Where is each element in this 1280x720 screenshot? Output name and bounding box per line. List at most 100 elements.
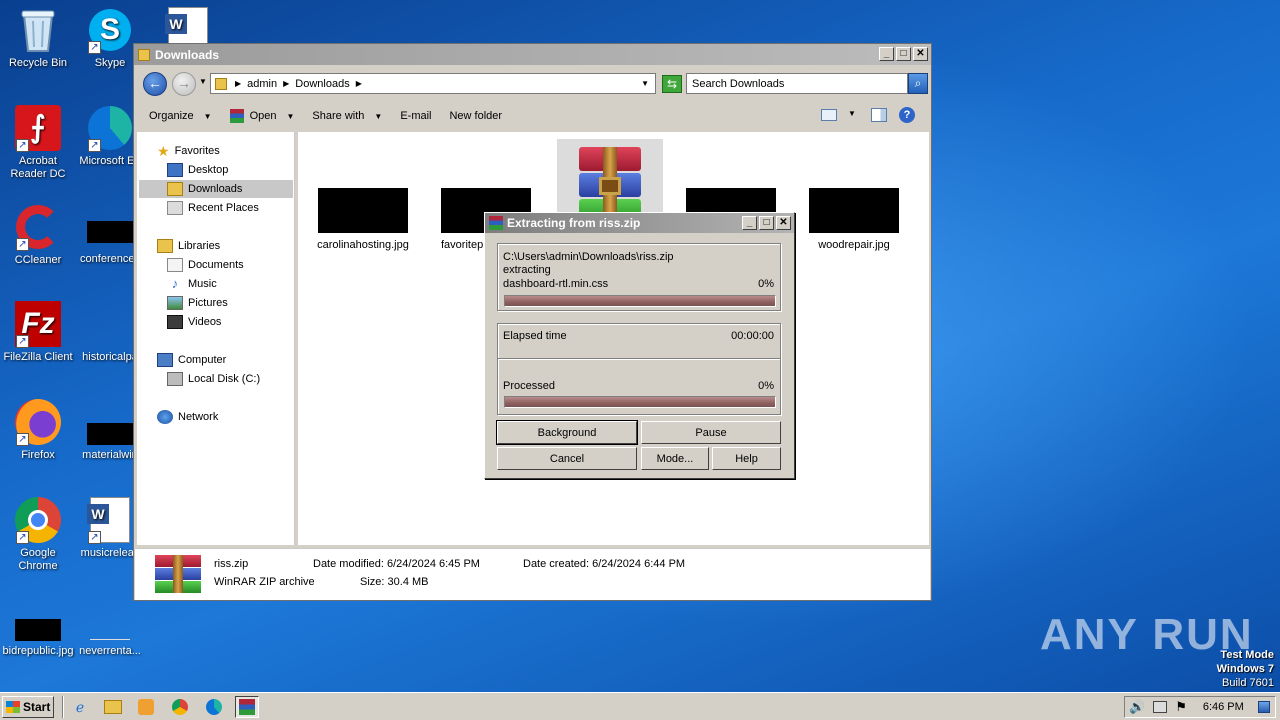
explorer-titlebar[interactable]: Downloads _ □ ✕ [134, 44, 931, 65]
local-disk-icon [167, 372, 183, 386]
explorer-icon[interactable] [101, 696, 125, 718]
firefox-icon: ↗ [14, 398, 62, 446]
email-button[interactable]: E-mail [400, 110, 431, 122]
nav-videos[interactable]: Videos [167, 313, 221, 331]
details-modified: Date modified: 6/24/2024 6:45 PM [313, 558, 480, 570]
pause-button[interactable]: Pause [641, 421, 781, 444]
nav-music[interactable]: ♪ Music [167, 275, 217, 293]
search-icon[interactable]: ⌕ [908, 73, 928, 94]
search-input[interactable]: Search Downloads [686, 73, 908, 94]
nav-recent-places[interactable]: Recent Places [167, 199, 259, 217]
divider [498, 358, 780, 360]
forward-button[interactable]: → [172, 72, 196, 96]
image-file-icon [14, 618, 62, 642]
taskbar: Start ℯ 🔊 ⚑ 6:46 PM [0, 692, 1280, 720]
created-value: 6/24/2024 6:44 PM [592, 558, 686, 570]
chevron-down-icon: ▼ [374, 111, 383, 121]
desktop-icon-chrome[interactable]: ↗ Google Chrome [0, 496, 76, 573]
back-button[interactable]: ← [143, 72, 167, 96]
nav-documents[interactable]: Documents [167, 256, 244, 274]
nav-libraries[interactable]: Libraries [157, 237, 220, 255]
views-dropdown-icon[interactable]: ▼ [848, 109, 856, 118]
ie-icon[interactable]: ℯ [68, 696, 92, 718]
open-button[interactable]: Open ▼ [229, 109, 294, 123]
pause-label: Pause [695, 426, 727, 439]
minimize-button[interactable]: _ [742, 216, 757, 230]
help-label: Help [735, 452, 758, 465]
close-button[interactable]: ✕ [776, 216, 791, 230]
minimize-button[interactable]: _ [879, 47, 894, 61]
mode-button[interactable]: Mode... [641, 447, 709, 470]
nav-desktop[interactable]: Desktop [167, 161, 228, 179]
recent-pages-caret-icon[interactable]: ▼ [199, 77, 207, 86]
nav-network[interactable]: Network [157, 408, 218, 426]
nav-label: Libraries [178, 240, 221, 252]
chrome-icon: ↗ [14, 496, 62, 544]
breadcrumb-downloads[interactable]: Downloads [295, 78, 349, 90]
shortcut-arrow-icon: ↗ [88, 531, 101, 544]
desktop-icon-filezilla[interactable]: Fz ↗ FileZilla Client [0, 300, 76, 364]
desktop-icon-label: Acrobat Reader DC [10, 155, 66, 180]
desktop-icon-neverrenta[interactable]: neverrenta... [72, 618, 148, 658]
background-button[interactable]: Background [496, 420, 638, 445]
edge-icon[interactable] [202, 696, 226, 718]
file-icon [86, 618, 134, 642]
file-item[interactable]: woodrepair.jpg [804, 188, 904, 251]
shortcut-arrow-icon: ↗ [88, 139, 101, 152]
close-button[interactable]: ✕ [913, 47, 928, 61]
maximize-button[interactable]: □ [896, 47, 911, 61]
nav-label: Favorites [174, 145, 220, 157]
desktop-icon-recycle-bin[interactable]: Recycle Bin [0, 6, 76, 70]
file-item[interactable]: carolinahosting.jpg [313, 188, 413, 251]
views-icon[interactable] [821, 109, 837, 121]
navigation-pane: ★ Favorites Desktop Downloads Recent Plac… [137, 132, 295, 545]
organize-label: Organize [149, 110, 194, 122]
breadcrumb-arrow-icon[interactable]: ▶ [283, 79, 289, 88]
nav-label: Network [178, 411, 219, 423]
cancel-button[interactable]: Cancel [497, 447, 637, 470]
breadcrumb-arrow-icon[interactable]: ▶ [356, 79, 362, 88]
recycle-bin-icon [14, 6, 62, 54]
media-player-icon[interactable] [134, 696, 158, 718]
nav-favorites[interactable]: ★ Favorites [157, 142, 220, 160]
preview-pane-icon[interactable] [871, 108, 887, 122]
speaker-icon[interactable]: 🔊 [1129, 699, 1145, 715]
nav-downloads[interactable]: Downloads [139, 180, 293, 198]
image-file-icon [86, 398, 134, 446]
edge-icon: ↗ [86, 104, 134, 152]
address-dropdown-icon[interactable]: ▼ [641, 79, 649, 88]
share-with-button[interactable]: Share with ▼ [312, 110, 382, 122]
clock[interactable]: 6:46 PM [1203, 701, 1244, 713]
organize-button[interactable]: Organize ▼ [149, 110, 212, 122]
address-bar[interactable]: ▶ admin ▶ Downloads ▶ ▼ [210, 73, 656, 94]
desktop-icon-label: bidrepublic.jpg [2, 645, 74, 657]
nav-local-disk[interactable]: Local Disk (C:) [167, 370, 260, 388]
os-name-line: Windows 7 [1216, 663, 1274, 675]
desktop-icon-acrobat[interactable]: ⨍ ↗ Acrobat Reader DC [0, 104, 76, 181]
nav-pictures[interactable]: Pictures [167, 294, 228, 312]
start-button[interactable]: Start [2, 696, 54, 718]
modified-label: Date modified: [313, 558, 384, 570]
maximize-button[interactable]: □ [759, 216, 774, 230]
winrar-icon[interactable] [235, 696, 259, 718]
desktop-icon-ccleaner[interactable]: ↗ CCleaner [0, 203, 76, 267]
videos-icon [167, 315, 183, 329]
shortcut-arrow-icon: ↗ [16, 238, 29, 251]
nav-label: Local Disk (C:) [188, 373, 261, 385]
refresh-icon[interactable]: ⇆ [662, 75, 682, 93]
breadcrumb-admin[interactable]: admin [247, 78, 277, 90]
new-folder-button[interactable]: New folder [449, 110, 502, 122]
action-center-flag-icon[interactable]: ⚑ [1175, 699, 1187, 715]
dialog-titlebar[interactable]: Extracting from riss.zip _ □ ✕ [485, 213, 794, 233]
show-desktop-icon[interactable] [1257, 701, 1270, 713]
desktop-icon-firefox[interactable]: ↗ Firefox [0, 398, 76, 462]
help-button[interactable]: Help [712, 447, 781, 470]
breadcrumb-arrow-icon[interactable]: ▶ [235, 79, 241, 88]
nav-label: Documents [188, 259, 244, 271]
nav-computer[interactable]: Computer [157, 351, 226, 369]
help-icon[interactable]: ? [899, 107, 915, 123]
desktop-icon-label: FileZilla Client [3, 351, 73, 363]
network-icon[interactable] [1153, 701, 1168, 713]
chrome-icon[interactable] [168, 696, 192, 718]
desktop-icon-bidrepublic[interactable]: bidrepublic.jpg [0, 618, 76, 658]
